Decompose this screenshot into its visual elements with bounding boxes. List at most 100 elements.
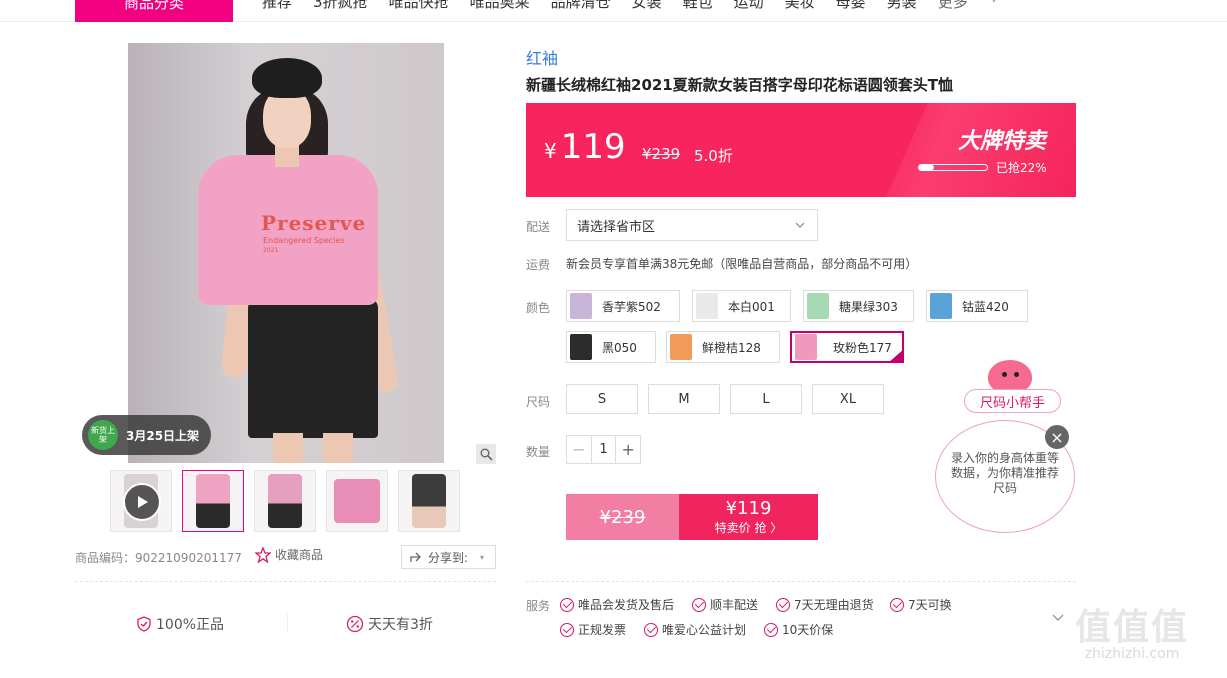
service-text: 唯品会发货及售后 — [578, 598, 675, 612]
color-option[interactable]: 钴蓝420 — [926, 290, 1028, 322]
quantity-stepper: − 1 + — [566, 435, 641, 464]
product-title: 新疆长绒棉红袖2021夏新款女装百搭字母印花标语圆领套头T恤 — [526, 76, 953, 94]
color-option[interactable]: 糖果绿303 — [803, 290, 914, 322]
divider — [287, 614, 288, 632]
shirt-print: Preserve — [261, 211, 367, 235]
service-text: 正规发票 — [578, 623, 627, 637]
color-option[interactable]: 鲜橙桔128 — [666, 331, 780, 363]
color-swatch — [570, 334, 592, 360]
sale-label: 大牌特卖 — [957, 129, 1046, 154]
color-option[interactable]: 本白001 — [692, 290, 791, 322]
color-option[interactable]: 香芋紫502 — [566, 290, 680, 322]
thumbnail[interactable] — [254, 470, 316, 532]
model-skirt — [248, 298, 378, 438]
zoom-icon[interactable] — [476, 444, 496, 464]
shipping-label: 运费 — [526, 258, 551, 272]
original-price: ¥239 — [642, 145, 681, 163]
guarantee-authentic: 100%正品 — [136, 614, 224, 634]
color-swatch — [570, 293, 592, 319]
thumbnail-image — [196, 474, 230, 528]
nav-item[interactable]: 男装 — [887, 0, 917, 12]
nav-item[interactable]: 推荐 — [262, 0, 292, 12]
service-item: 唯品会发货及售后 — [560, 596, 674, 613]
watermark: 值值值 zhizhizhi.com — [1075, 598, 1189, 662]
thumbnail-video[interactable] — [110, 470, 172, 532]
color-swatch — [930, 293, 952, 319]
quantity-label: 数量 — [526, 445, 551, 459]
buy-label: 特卖价 抢 〉 — [714, 521, 783, 535]
buy-now[interactable]: ¥119 特卖价 抢 〉 — [679, 494, 818, 540]
service-text: 7天无理由退货 — [794, 598, 874, 612]
shirt-print-sub: Endangered Species — [263, 236, 345, 245]
thumbnail[interactable] — [326, 470, 388, 532]
nav-more[interactable]: 更多 ˅ — [938, 0, 1017, 12]
size-option[interactable]: M — [648, 384, 720, 414]
color-option-selected[interactable]: 玫粉色177 — [790, 331, 904, 363]
shirt-print-year: 2021 — [263, 247, 279, 254]
nav-item[interactable]: 唯品快抢 — [389, 0, 449, 12]
nav-item[interactable]: 3折疯抢 — [313, 0, 368, 12]
service-label: 服务 — [526, 599, 551, 613]
close-icon[interactable]: × — [1045, 425, 1069, 449]
check-circle-icon — [776, 597, 790, 612]
nav-item[interactable]: 女装 — [632, 0, 662, 12]
size-option[interactable]: L — [730, 384, 802, 414]
nav-item[interactable]: 唯品奥莱 — [470, 0, 530, 12]
minus-icon[interactable]: − — [567, 436, 592, 463]
chevron-down-icon[interactable] — [1052, 610, 1064, 624]
color-option[interactable]: 黑050 — [566, 331, 656, 363]
sold-progress-bar — [918, 164, 988, 171]
nav-item[interactable]: 母婴 — [836, 0, 866, 12]
color-name: 黑050 — [602, 340, 637, 355]
color-name: 香芋紫502 — [602, 299, 661, 314]
current-price: ¥119 — [544, 127, 626, 167]
thumbnail-strip — [110, 470, 460, 532]
size-option[interactable]: S — [566, 384, 638, 414]
color-name: 钴蓝420 — [962, 299, 1009, 314]
nav-item[interactable]: 运动 — [734, 0, 764, 12]
brand-link[interactable]: 红袖 — [526, 45, 558, 69]
service-text: 顺丰配送 — [710, 598, 759, 612]
watermark-logo: 值值值 — [1075, 607, 1190, 648]
color-name: 本白001 — [728, 299, 775, 314]
thumbnail-image — [334, 479, 380, 523]
new-arrival-badge: 新货上架 3月25日上架 — [82, 415, 211, 455]
thumbnail[interactable] — [182, 470, 244, 532]
size-helper-button[interactable]: 尺码小帮手 — [964, 389, 1061, 413]
region-select[interactable]: 请选择省市区 — [566, 209, 818, 241]
nav-item[interactable]: 美妆 — [785, 0, 815, 12]
quantity-input[interactable]: 1 — [592, 436, 616, 463]
model-hat — [252, 58, 322, 98]
favorite-label: 收藏商品 — [275, 548, 324, 562]
divider — [526, 581, 1076, 582]
check-circle-icon — [560, 597, 574, 612]
size-label: 尺码 — [526, 395, 551, 409]
top-navigation: 商品分类 推荐 3折疯抢 唯品快抢 唯品奥莱 品牌清仓 女装 鞋包 运动 美妆 … — [0, 0, 1227, 22]
category-button[interactable]: 商品分类 — [75, 0, 233, 22]
favorite-button[interactable]: 收藏商品 — [255, 546, 323, 563]
shipping-info: 新会员专享首单满38元免邮（限唯品自营商品，部分商品不可用） — [566, 257, 918, 271]
size-option[interactable]: XL — [812, 384, 884, 414]
share-button[interactable]: 分享到: ▾ — [401, 545, 496, 569]
thumbnail-image — [268, 474, 302, 528]
new-badge-icon: 新货上架 — [88, 420, 118, 450]
nav-item[interactable]: 鞋包 — [683, 0, 713, 12]
main-product-image[interactable]: Preserve Endangered Species 2021 — [128, 43, 444, 463]
buy-button[interactable]: ¥239 ¥119 特卖价 抢 〉 — [566, 494, 818, 540]
check-circle-icon — [890, 597, 904, 612]
service-item: 正规发票 — [560, 621, 626, 638]
percent-icon — [346, 615, 364, 633]
chevron-down-icon: ˅ — [988, 0, 997, 10]
product-code: 商品编码：90221090201177 — [75, 551, 242, 565]
watermark-site: zhizhizhi.com — [1084, 646, 1180, 662]
currency-symbol: ¥ — [544, 139, 557, 163]
play-icon[interactable] — [123, 483, 161, 521]
share-label: 分享到: — [428, 550, 469, 565]
thumbnail[interactable] — [398, 470, 460, 532]
nav-item[interactable]: 品牌清仓 — [551, 0, 611, 12]
service-item: 唯爱心公益计划 — [644, 621, 746, 638]
plus-icon[interactable]: + — [615, 436, 640, 463]
guarantee-label: 100%正品 — [156, 617, 225, 633]
price-value: 119 — [560, 127, 626, 167]
nav-more-label: 更多 — [937, 0, 968, 11]
